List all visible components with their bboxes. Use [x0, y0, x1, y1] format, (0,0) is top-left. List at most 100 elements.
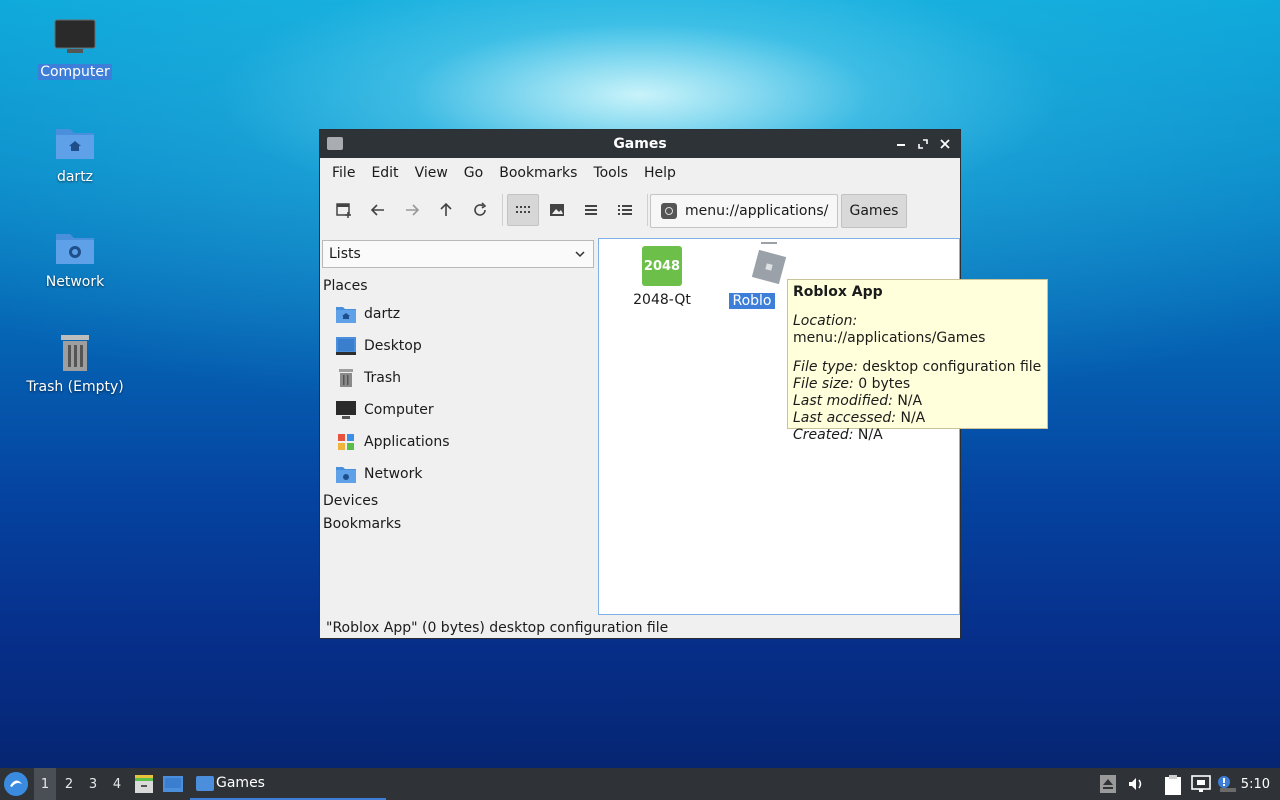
up-button[interactable]: [430, 194, 462, 226]
start-menu-button[interactable]: [4, 772, 28, 796]
thumbnail-view-button[interactable]: [541, 194, 573, 226]
workspace-3[interactable]: 3: [82, 768, 104, 800]
sidebar-item-label: Network: [364, 466, 423, 482]
menu-help[interactable]: Help: [636, 165, 684, 181]
detailed-list-button[interactable]: [609, 194, 641, 226]
toolbar: menu://applications/ Games: [320, 188, 960, 232]
clock[interactable]: 5:10: [1241, 768, 1270, 800]
sidebar-item-dartz[interactable]: dartz: [336, 300, 400, 328]
reload-icon: [474, 202, 487, 216]
tooltip-modified-label: Last modified:: [793, 393, 893, 409]
sidebar-item-computer[interactable]: Computer: [336, 396, 434, 424]
applications-icon: [338, 434, 354, 450]
menu-go[interactable]: Go: [456, 165, 491, 181]
tooltip-title: Roblox App: [793, 284, 883, 300]
up-arrow-icon: [440, 202, 452, 216]
taskbar: 1 2 3 4 Games 5:10: [0, 768, 1280, 800]
compact-view-button[interactable]: [575, 194, 607, 226]
tooltip-accessed-label: Last accessed:: [793, 410, 897, 426]
tooltip-file-size: 0 bytes: [858, 376, 911, 392]
show-desktop-icon: [163, 776, 183, 792]
desktop-icon-dartz[interactable]: dartz: [20, 121, 130, 185]
desktop-icon: [336, 337, 356, 355]
menu-edit[interactable]: Edit: [363, 165, 406, 181]
devices-header[interactable]: Devices: [323, 493, 378, 509]
sidebar-item-network[interactable]: Network: [336, 460, 422, 488]
location-bar[interactable]: menu://applications/: [650, 194, 838, 228]
roblox-icon: [751, 249, 787, 285]
close-icon: [940, 139, 950, 149]
maximize-button[interactable]: [914, 134, 932, 154]
folder-icon: [196, 776, 214, 791]
trash-icon: [53, 331, 97, 375]
volume-icon: [1129, 778, 1142, 790]
toolbar-separator: [647, 194, 648, 226]
tooltip-accessed: N/A: [900, 410, 926, 426]
notification-button[interactable]: [1217, 775, 1237, 793]
home-folder-icon: [53, 121, 97, 165]
network-folder-icon: [336, 467, 356, 483]
desktop-icon-computer[interactable]: Computer: [20, 16, 130, 80]
back-button[interactable]: [362, 194, 394, 226]
tooltip-modified: N/A: [897, 393, 923, 409]
close-button[interactable]: [936, 134, 954, 154]
lubuntu-logo-icon: [5, 773, 27, 795]
menu-bookmarks[interactable]: Bookmarks: [491, 165, 585, 181]
bookmarks-header[interactable]: Bookmarks: [323, 516, 401, 532]
removable-media-button[interactable]: [1100, 775, 1116, 793]
menu-file[interactable]: File: [324, 165, 363, 181]
search-icon: [661, 203, 677, 219]
sidebar-item-trash[interactable]: Trash: [336, 364, 401, 392]
workspace-4[interactable]: 4: [106, 768, 128, 800]
volume-button[interactable]: [1127, 775, 1145, 793]
tooltip-file-type: desktop configuration file: [862, 359, 1042, 375]
desktop-icon-network[interactable]: Network: [20, 226, 130, 290]
compact-view-icon: [585, 205, 597, 215]
taskbar-task-games[interactable]: Games: [190, 768, 386, 800]
home-folder-icon: [336, 307, 356, 323]
minimize-icon: [897, 144, 905, 146]
tooltip-created-label: Created:: [793, 427, 854, 443]
workspace-2[interactable]: 2: [58, 768, 80, 800]
side-pane-mode-select[interactable]: Lists: [322, 240, 594, 268]
clipboard-button[interactable]: [1164, 775, 1182, 795]
monitor-icon: [53, 16, 97, 60]
side-pane: Lists Places dartz Desktop Trash Compute…: [320, 238, 597, 614]
new-tab-icon: [336, 203, 351, 218]
breadcrumb-games[interactable]: Games: [841, 194, 907, 228]
desktop-icon-label: Trash (Empty): [26, 379, 124, 395]
maximize-icon: [918, 139, 928, 149]
show-desktop-button[interactable]: [162, 775, 184, 797]
menu-tools[interactable]: Tools: [585, 165, 636, 181]
tooltip-file-type-label: File type:: [793, 359, 858, 375]
network-status-button[interactable]: [1191, 775, 1211, 793]
chevron-down-icon: [575, 251, 585, 258]
menubar: File Edit View Go Bookmarks Tools Help: [320, 158, 960, 188]
desktop-icon-trash[interactable]: Trash (Empty): [20, 331, 130, 395]
tooltip-file-size-label: File size:: [793, 376, 854, 392]
file-manager-launcher[interactable]: [134, 775, 154, 797]
location-text: menu://applications/: [685, 203, 829, 219]
file-item-2048-qt[interactable]: 2048 2048-Qt: [617, 246, 707, 308]
icon-view-button[interactable]: [507, 194, 539, 226]
back-arrow-icon: [370, 204, 384, 216]
new-tab-button[interactable]: [328, 194, 360, 226]
sidebar-item-applications[interactable]: Applications: [336, 428, 450, 456]
desktop-icon-label: dartz: [56, 169, 94, 185]
monitor-icon: [336, 401, 356, 419]
menu-view[interactable]: View: [407, 165, 456, 181]
minimize-button[interactable]: [892, 134, 910, 154]
tooltip-location: menu://applications/Games: [793, 330, 986, 346]
desktop-icon-label: Network: [45, 274, 105, 290]
window-titlebar[interactable]: Games: [320, 130, 960, 158]
forward-button[interactable]: [396, 194, 428, 226]
file-item-label: 2048-Qt: [633, 292, 691, 308]
workspace-1[interactable]: 1: [34, 768, 56, 800]
reload-button[interactable]: [464, 194, 496, 226]
update-notifier-icon: [1218, 776, 1236, 792]
tooltip-created: N/A: [857, 427, 883, 443]
sidebar-item-desktop[interactable]: Desktop: [336, 332, 422, 360]
trash-icon: [339, 369, 353, 387]
detailed-list-icon: [618, 205, 632, 215]
places-header[interactable]: Places: [323, 278, 368, 294]
